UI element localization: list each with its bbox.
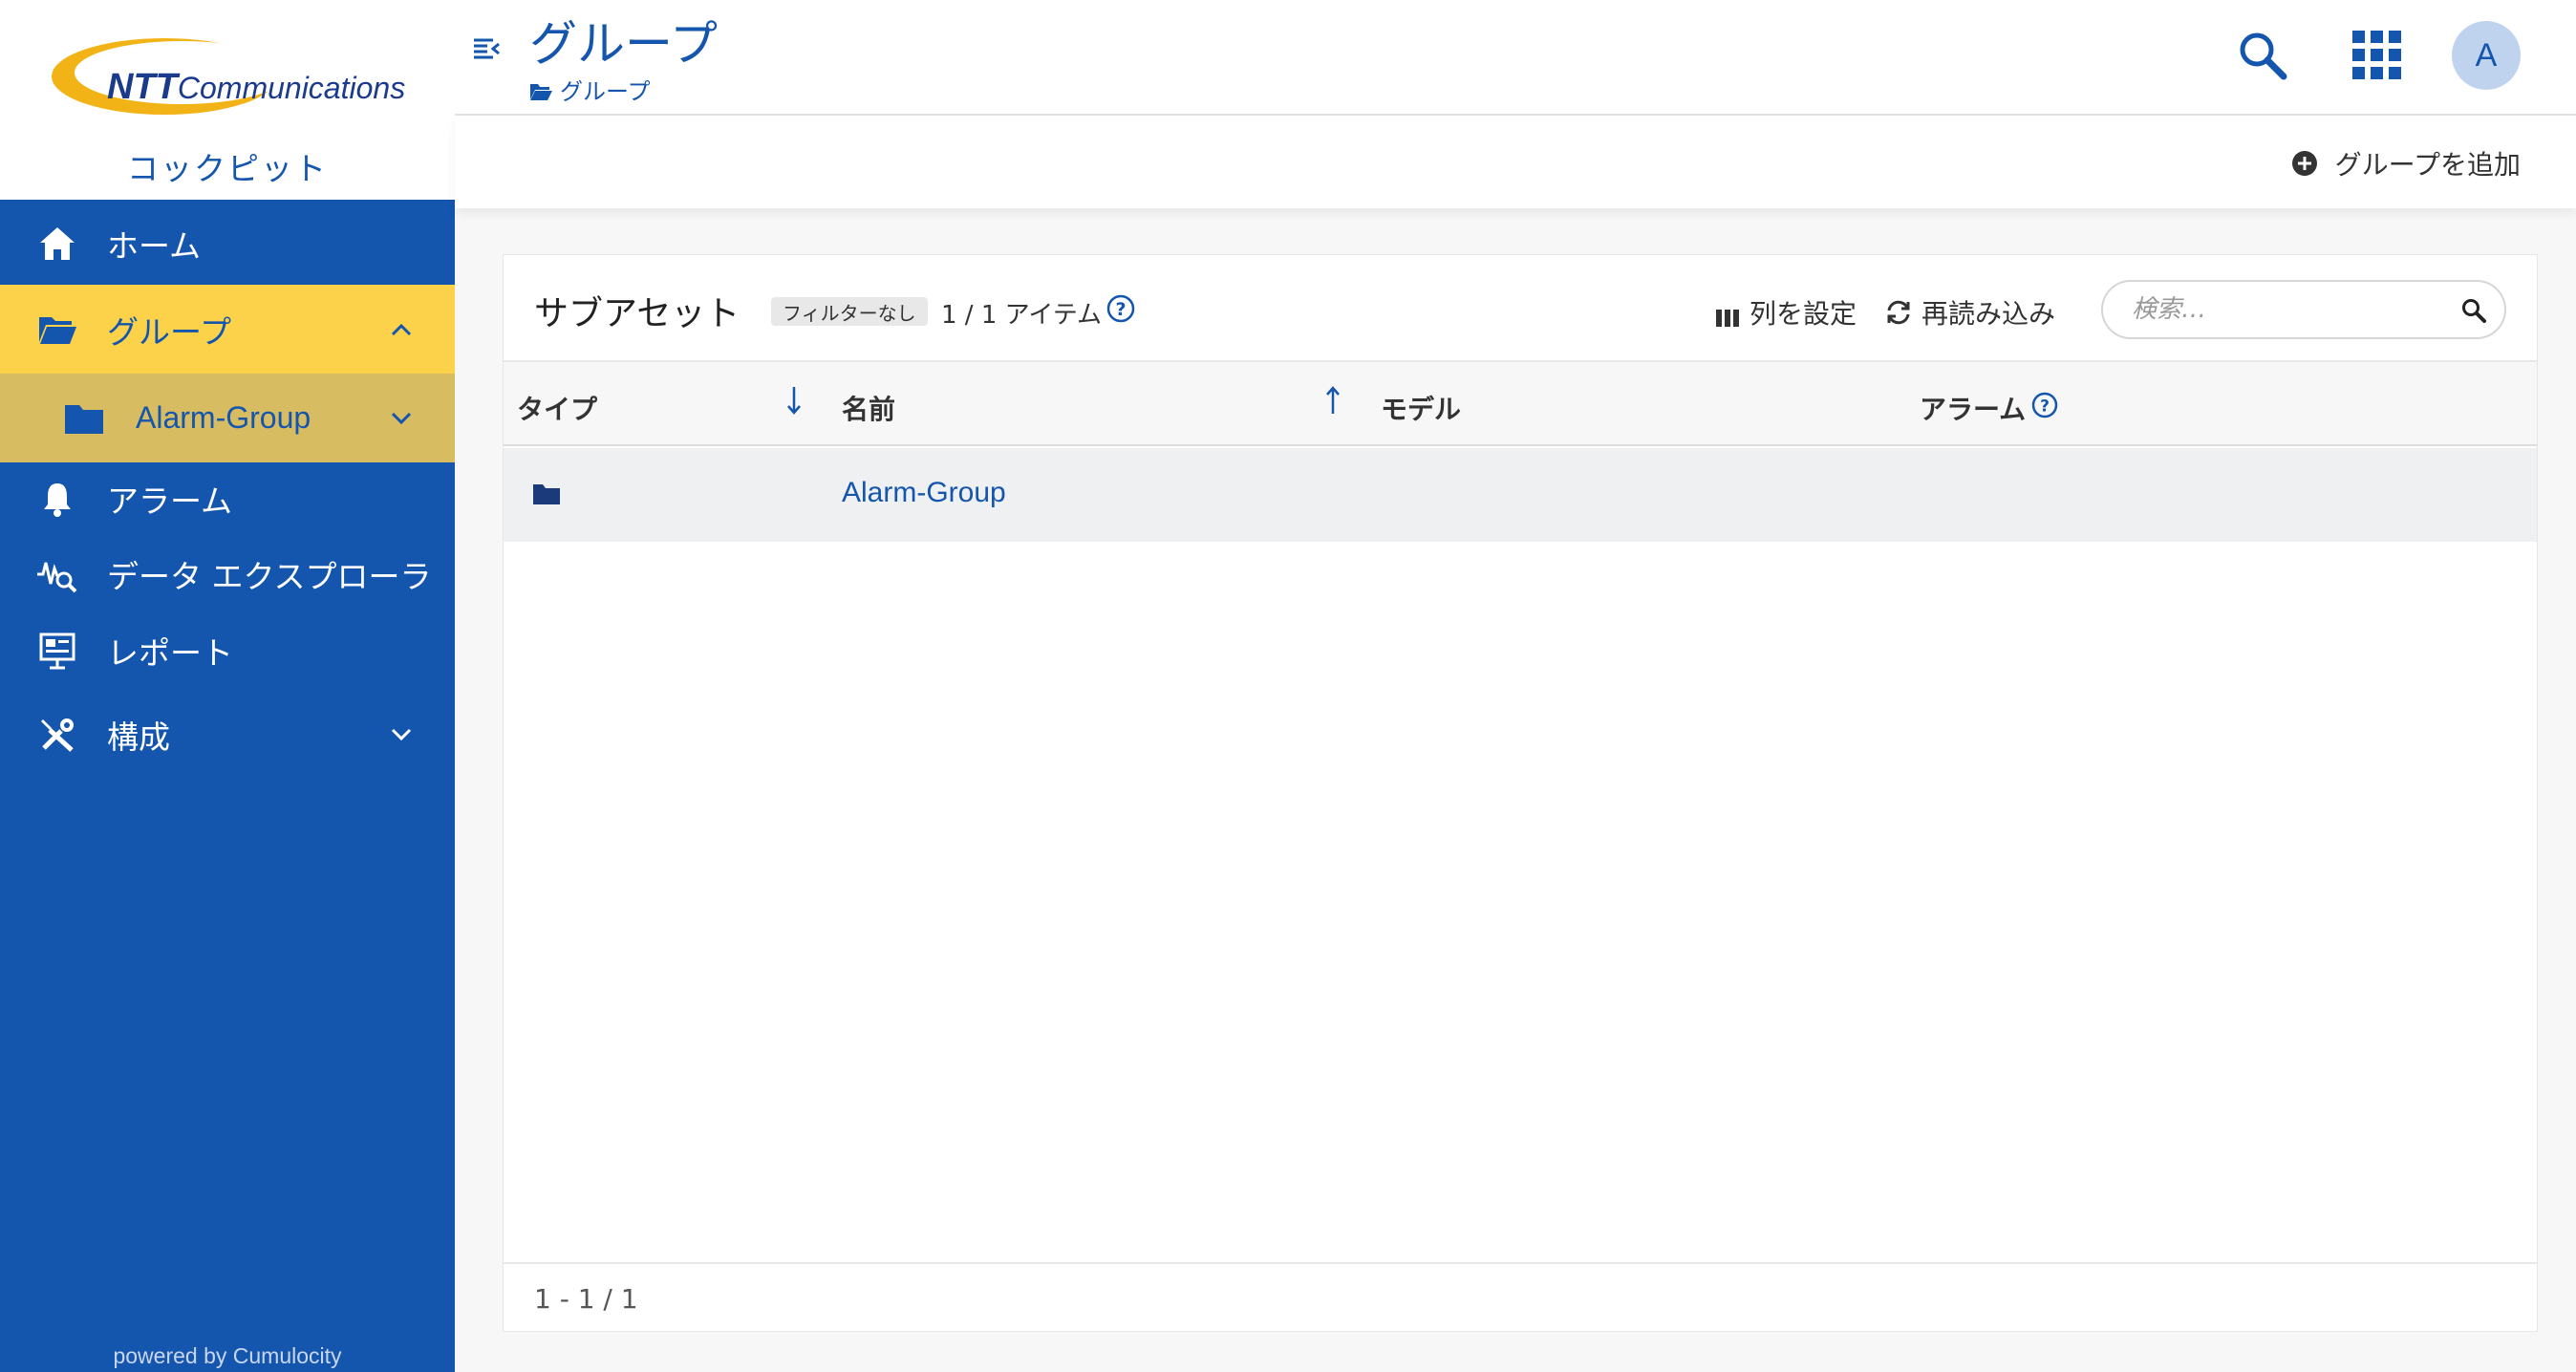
configure-columns-button[interactable]: 列を設定 <box>1715 293 1857 332</box>
subassets-card: サブアセット フィルターなし 1 / 1 アイテム ? 列を設定 再読み込み タ… <box>503 254 2538 1332</box>
nav-item-home[interactable]: ホーム <box>0 202 455 286</box>
breadcrumb[interactable]: グループ <box>529 73 651 106</box>
chevron-down-icon[interactable] <box>386 403 417 434</box>
refresh-icon <box>1885 299 1912 326</box>
nav-item-alarm-group[interactable]: Alarm-Group <box>0 374 455 462</box>
nav-label-home: ホーム <box>107 227 202 265</box>
help-icon[interactable]: ? <box>1106 293 1136 324</box>
configure-columns-label: 列を設定 <box>1750 298 1857 330</box>
card-header: サブアセット フィルターなし 1 / 1 アイテム ? 列を設定 再読み込み <box>504 255 2537 362</box>
add-group-label: グループを追加 <box>2334 149 2521 181</box>
search-input[interactable] <box>2132 295 2457 324</box>
tools-icon <box>36 714 78 756</box>
folder-icon <box>63 397 105 439</box>
table-header: タイプ 名前 モデル アラーム ? <box>504 362 2537 446</box>
nav-item-groups[interactable]: グループ <box>0 285 455 374</box>
svg-text:?: ? <box>2040 397 2050 417</box>
sidebar: NTTCommunications コックピット ホーム グループ Alarm-… <box>0 0 455 1372</box>
help-icon[interactable]: ? <box>2030 391 2059 419</box>
search-field[interactable] <box>2101 280 2506 339</box>
reload-button[interactable]: 再読み込み <box>1885 293 2055 332</box>
bell-icon <box>36 478 78 520</box>
app-switcher-icon[interactable] <box>2351 29 2404 82</box>
row-name-link[interactable]: Alarm-Group <box>842 477 1006 509</box>
add-group-button[interactable]: グループを追加 <box>2291 144 2521 182</box>
logo-text: NTTCommunications <box>107 67 406 107</box>
sidebar-brand: NTTCommunications コックピット <box>0 0 455 200</box>
table-row[interactable]: Alarm-Group <box>504 448 2537 542</box>
ntt-logo[interactable]: NTTCommunications <box>50 27 413 122</box>
chevron-up-icon[interactable] <box>386 314 417 345</box>
sort-asc-icon[interactable] <box>1323 383 1342 418</box>
nav-label-groups: グループ <box>107 312 232 351</box>
svg-text:?: ? <box>1115 299 1126 320</box>
nav-label-reports: レポート <box>107 634 233 672</box>
folder-open-icon <box>529 80 552 100</box>
nav-label-data-explorer: データ エクスプローラ <box>107 558 432 595</box>
folder-open-icon <box>36 309 78 351</box>
reload-label: 再読み込み <box>1921 298 2056 330</box>
column-header-type[interactable]: タイプ <box>517 389 597 427</box>
search-icon[interactable] <box>2234 27 2291 84</box>
item-count: 1 / 1 アイテム <box>941 301 1103 330</box>
nav-item-alarms[interactable]: アラーム <box>0 457 455 541</box>
sidebar-toggle-icon[interactable] <box>472 34 503 65</box>
columns-icon <box>1715 303 1740 327</box>
data-explorer-icon <box>36 553 78 595</box>
nav-item-reports[interactable]: レポート <box>0 609 455 693</box>
nav-item-data-explorer[interactable]: データ エクスプローラ <box>0 532 455 616</box>
column-header-name[interactable]: 名前 <box>842 389 895 427</box>
breadcrumb-label[interactable]: グループ <box>560 73 651 106</box>
folder-icon <box>532 482 561 505</box>
action-bar: グループを追加 <box>455 116 2576 208</box>
nav-label-alarm-group: Alarm-Group <box>136 400 311 435</box>
nav-label-alarms: アラーム <box>107 482 233 520</box>
pagination-text: 1 - 1 / 1 <box>534 1283 638 1315</box>
chevron-down-icon[interactable] <box>386 719 417 750</box>
powered-by: powered by Cumulocity <box>113 1343 342 1368</box>
column-header-model[interactable]: モデル <box>1381 389 1461 427</box>
filter-badge: フィルターなし <box>771 297 928 326</box>
card-footer: 1 - 1 / 1 <box>504 1262 2537 1331</box>
user-avatar[interactable]: A <box>2452 21 2521 90</box>
nav-label-config: 構成 <box>107 718 170 756</box>
header: グループ グループ A <box>455 0 2576 116</box>
page-title: グループ <box>529 16 718 72</box>
nav-item-config[interactable]: 構成 <box>0 693 455 777</box>
search-icon[interactable] <box>2460 297 2487 324</box>
report-icon <box>36 630 78 672</box>
home-icon <box>36 223 78 265</box>
card-title: サブアセット <box>534 294 741 333</box>
column-header-alarms[interactable]: アラーム <box>1920 389 2026 427</box>
plus-circle-icon <box>2291 150 2318 177</box>
app-name: コックピット <box>127 150 328 187</box>
sort-desc-icon[interactable] <box>784 383 804 418</box>
